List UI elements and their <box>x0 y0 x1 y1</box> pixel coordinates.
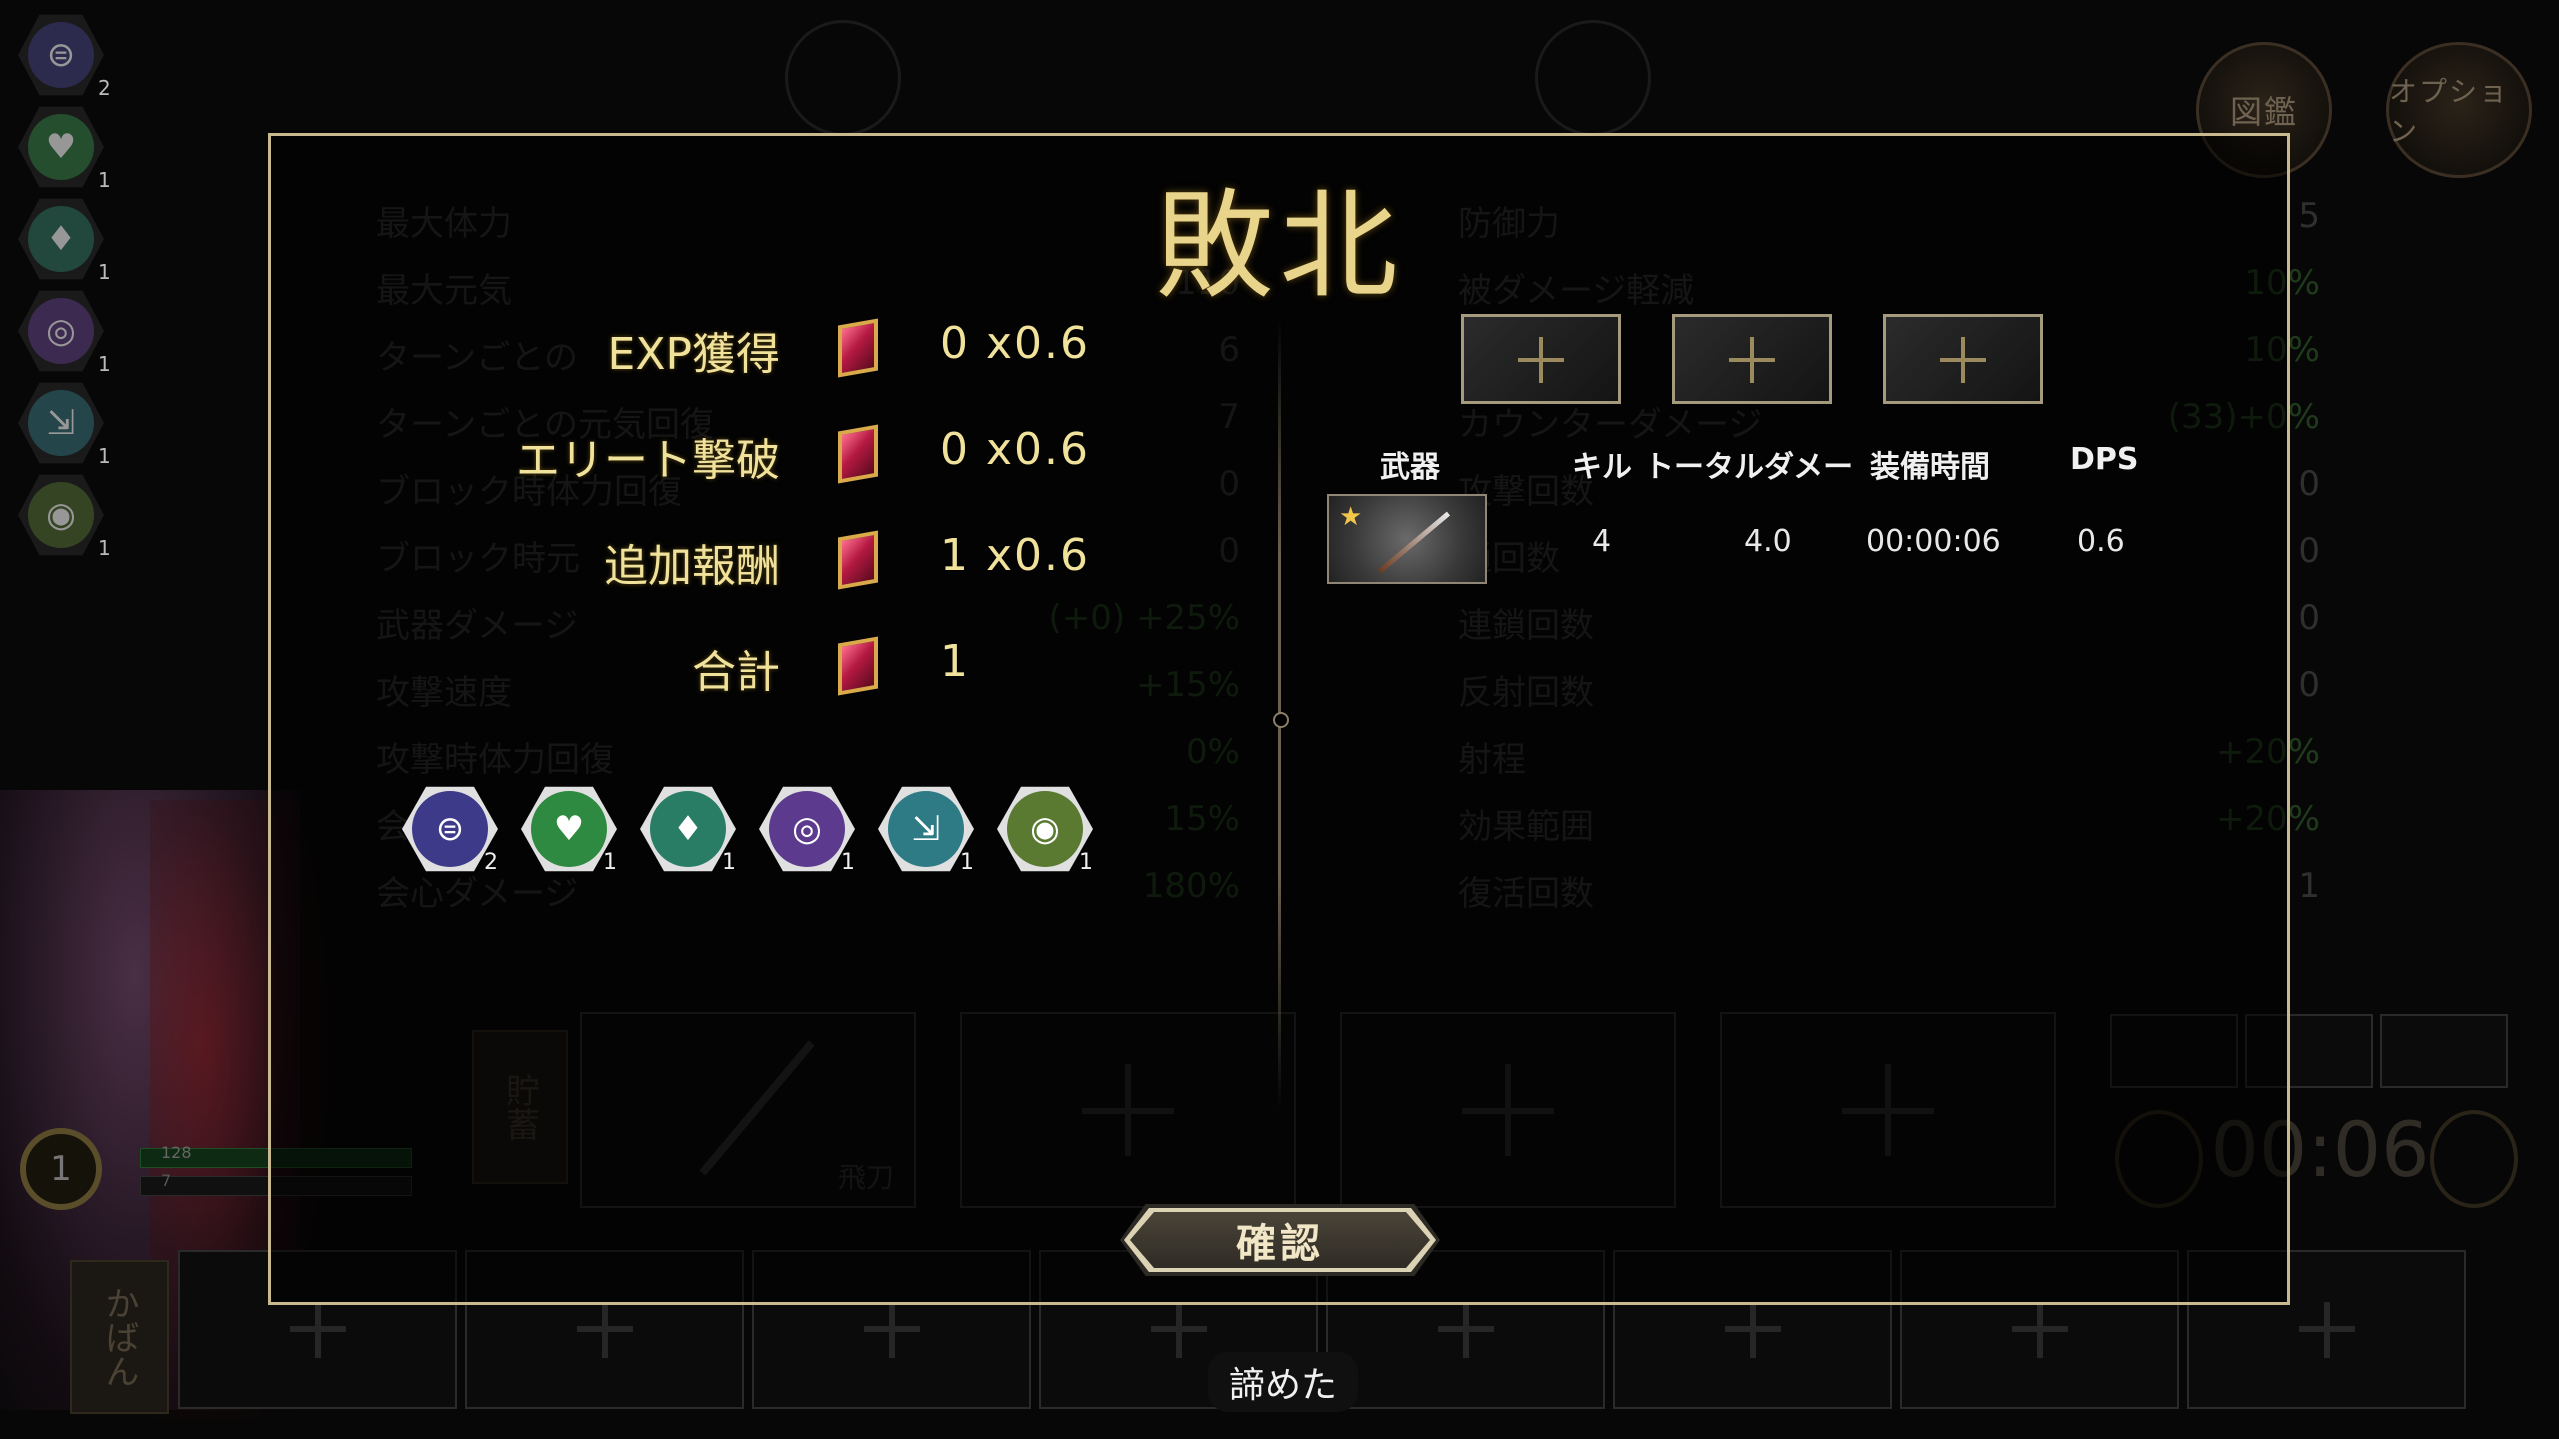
gem-icon <box>838 636 878 696</box>
badge-count: 1 <box>841 850 855 875</box>
reward-value: 1 <box>940 636 970 687</box>
reward-value: 1 x0.6 <box>940 530 1090 581</box>
bag-button[interactable]: かばん <box>70 1260 169 1414</box>
defeat-title: 敗北 <box>1155 177 1404 315</box>
badge-count: 1 <box>722 850 736 875</box>
timer-right-ornament <box>2430 1110 2518 1208</box>
heart-icon: ♥ <box>553 809 585 849</box>
options-label: オプション <box>2389 75 2510 148</box>
equip-slot-3[interactable] <box>1883 314 2043 404</box>
gem-icon <box>838 424 878 484</box>
reward-value: 0 x0.6 <box>940 318 1090 369</box>
col-weapon: 武器 <box>1380 450 1440 485</box>
level-value: 1 <box>50 1149 72 1189</box>
upgrade-count: 1 <box>98 352 111 376</box>
col-damage: トータルダメー <box>1644 450 1854 485</box>
reward-label: 追加報酬 <box>604 541 780 592</box>
drop-icon: ♦ <box>672 809 704 849</box>
encyclopedia-label: 図鑑 <box>2229 93 2298 131</box>
weapon-time: 00:00:06 <box>1866 524 2001 559</box>
badge-count: 2 <box>484 850 498 875</box>
spiral-icon: ◎ <box>792 809 822 849</box>
top-ornament-right <box>1535 20 1651 136</box>
arrows-icon: ⇲ <box>46 403 76 443</box>
equip-slot-2[interactable] <box>1672 314 1832 404</box>
star-icon: ★ <box>1339 502 1363 532</box>
give-up-label: 諦めた <box>1208 1352 1358 1412</box>
reward-label: エリート撃破 <box>516 435 780 486</box>
col-kills: キル <box>1572 450 1632 485</box>
top-ornament-left <box>785 20 901 136</box>
reward-value: 0 x0.6 <box>940 424 1090 475</box>
badge-count: 1 <box>1079 850 1093 875</box>
chain-icon: ⊜ <box>435 809 465 849</box>
divider-knob <box>1273 712 1289 728</box>
gem-icon <box>838 530 878 590</box>
accessory-slot-3[interactable] <box>2380 1014 2508 1088</box>
upgrade-count: 2 <box>98 76 111 100</box>
arrows-icon: ⇲ <box>911 809 941 849</box>
col-equip-time: 装備時間 <box>1870 450 1990 485</box>
upgrade-hex: ⇲ <box>18 382 104 464</box>
upgrade-count: 1 <box>98 444 111 468</box>
bag-label: かばん <box>99 1286 139 1388</box>
chain-icon: ⊜ <box>46 35 76 75</box>
weapon-dps: 0.6 <box>2077 524 2125 559</box>
col-dps: DPS <box>2070 442 2139 477</box>
target-icon: ◉ <box>46 495 76 535</box>
hp-value: 128 <box>161 1143 192 1162</box>
upgrade-hex: ⊜ <box>18 14 104 96</box>
upgrade-count: 1 <box>98 536 111 560</box>
level-ring: 1 <box>20 1128 102 1210</box>
badge-count: 1 <box>960 850 974 875</box>
target-icon: ◉ <box>1030 809 1060 849</box>
upgrade-hex: ◉ <box>18 474 104 556</box>
weapon-card: ★ <box>1327 494 1487 584</box>
weapon-kills: 4 <box>1592 524 1612 559</box>
confirm-button[interactable]: 確認 <box>1120 1204 1440 1276</box>
knife-icon <box>1377 511 1451 574</box>
gem-icon <box>838 318 878 378</box>
energy-value: 7 <box>161 1171 172 1190</box>
weapon-damage: 4.0 <box>1744 524 1792 559</box>
reward-label: 合計 <box>692 647 780 698</box>
reward-label: EXP獲得 <box>607 329 780 380</box>
equip-slot-1[interactable] <box>1461 314 1621 404</box>
badge-count: 1 <box>603 850 617 875</box>
confirm-label: 確認 <box>1130 1212 1430 1268</box>
